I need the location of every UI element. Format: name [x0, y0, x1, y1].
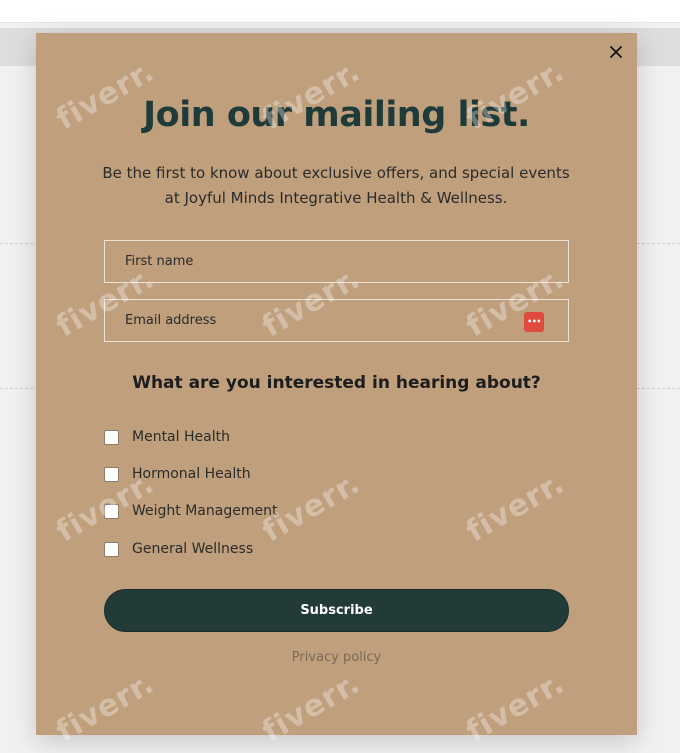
option-label: Mental Health: [132, 429, 230, 445]
interest-question: What are you interested in hearing about…: [132, 373, 541, 393]
checkbox[interactable]: [104, 429, 119, 445]
option-label: General Wellness: [132, 541, 254, 557]
option-label: Weight Management: [132, 503, 278, 519]
close-button[interactable]: [607, 43, 625, 61]
interest-option-general-wellness[interactable]: General Wellness: [104, 539, 253, 559]
checkbox[interactable]: [104, 503, 119, 519]
close-icon: [610, 46, 622, 58]
email-field: •••: [104, 299, 569, 342]
interest-option-hormonal-health[interactable]: Hormonal Health: [104, 464, 251, 484]
popup-subtitle: Be the first to know about exclusive off…: [102, 164, 570, 207]
interest-option-mental-health[interactable]: Mental Health: [104, 427, 230, 447]
privacy-policy-link[interactable]: Privacy policy: [36, 650, 637, 665]
interest-option-weight-management[interactable]: Weight Management: [104, 501, 277, 521]
checkbox[interactable]: [104, 541, 119, 557]
browser-top-strip: [0, 0, 680, 23]
password-manager-dots: •••: [527, 317, 541, 326]
option-label: Hormonal Health: [132, 466, 251, 482]
password-manager-icon[interactable]: •••: [524, 312, 544, 332]
checkbox[interactable]: [104, 466, 119, 482]
first-name-field: [104, 240, 569, 283]
mailing-list-popup: Join our mailing list. Be the first to k…: [36, 33, 637, 735]
email-input[interactable]: [105, 300, 568, 341]
subscribe-button[interactable]: Subscribe: [104, 589, 569, 632]
first-name-input[interactable]: [105, 241, 568, 282]
popup-title: Join our mailing list.: [143, 95, 530, 135]
